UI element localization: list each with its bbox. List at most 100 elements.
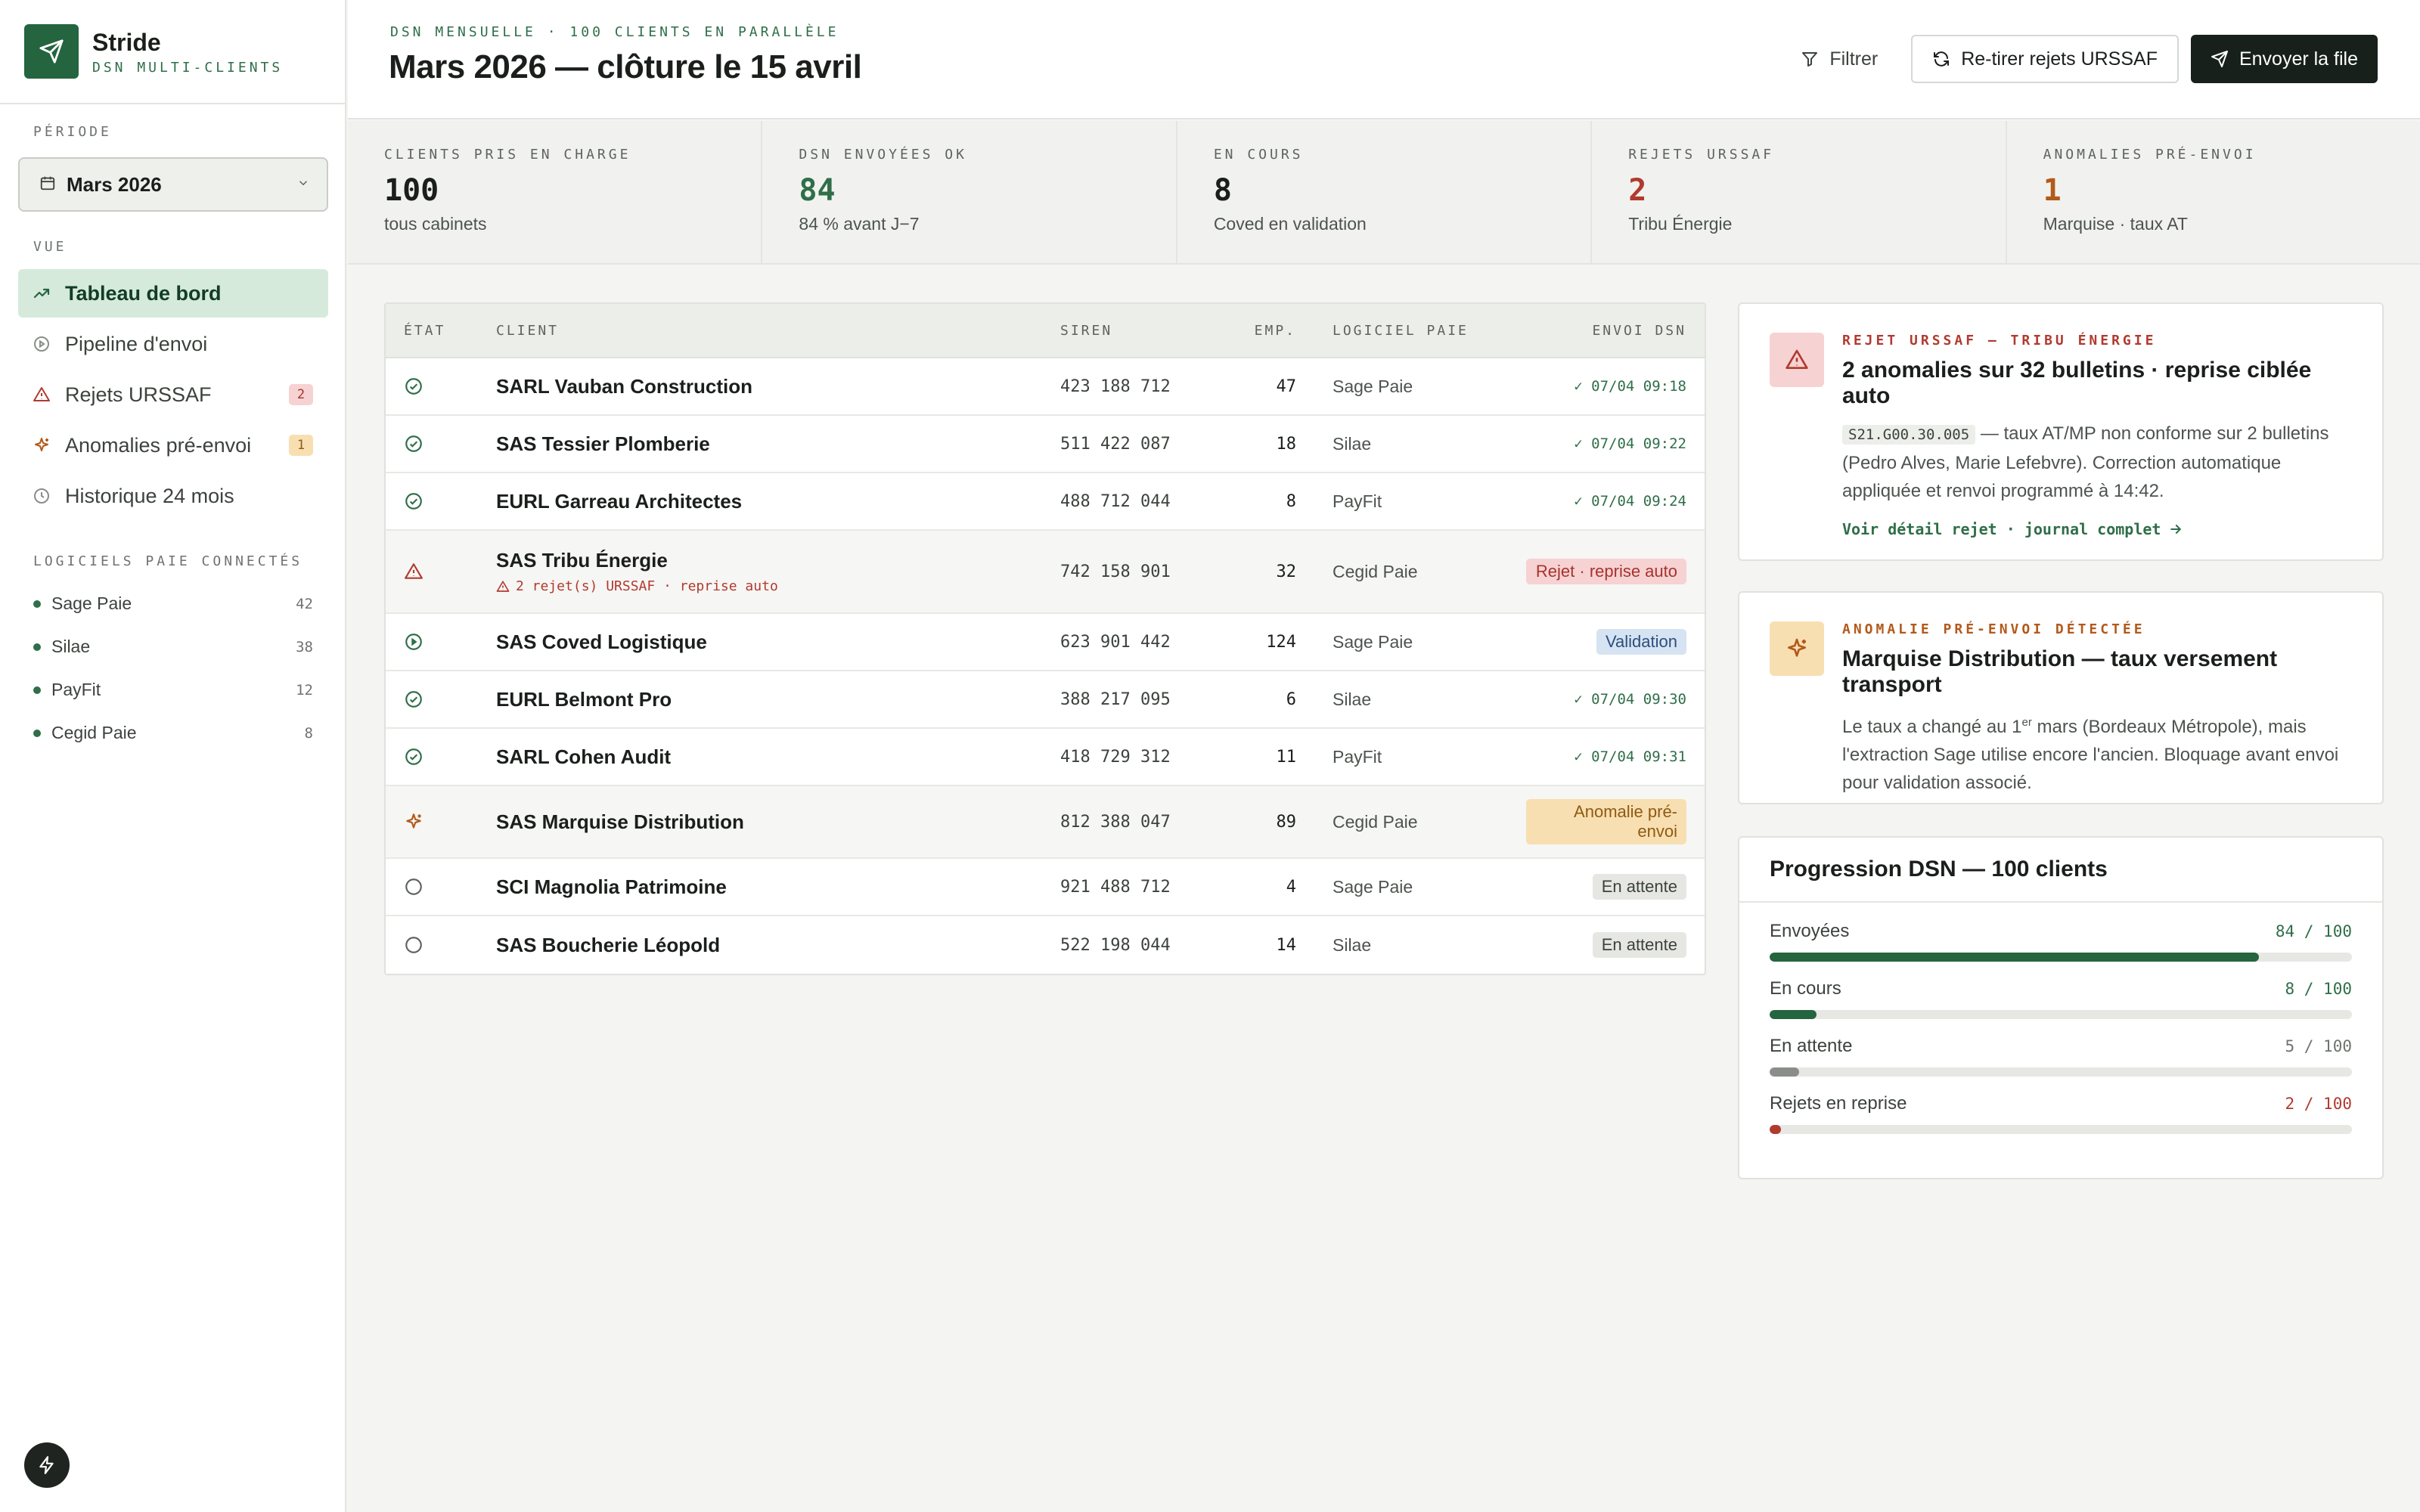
- client-name[interactable]: EURL Garreau Architectes: [496, 490, 1060, 513]
- row-dsn-status: En attente: [1506, 874, 1705, 900]
- play-circle-icon: [32, 334, 51, 354]
- software-item[interactable]: Sage Paie 42: [33, 582, 313, 625]
- check-circle-icon: [404, 689, 424, 709]
- row-siren: 388 217 095: [1060, 689, 1171, 709]
- client-name[interactable]: SAS Tessier Plomberie: [496, 432, 1060, 456]
- row-employees: 8: [1286, 491, 1296, 511]
- row-siren: 423 188 712: [1060, 376, 1171, 396]
- filter-button-label: Filtrer: [1829, 48, 1879, 70]
- chevron-down-icon: [296, 176, 310, 194]
- retry-rejects-button[interactable]: Re-tirer rejets URSSAF: [1911, 35, 2179, 83]
- sidebar: Stride DSN MULTI-CLIENTS PÉRIODE Mars 20…: [0, 0, 346, 1512]
- row-state: [386, 491, 496, 511]
- table-row[interactable]: SARL Vauban Construction 423 188 712 47 Sag…: [386, 358, 1705, 416]
- brand[interactable]: Stride DSN MULTI-CLIENTS: [0, 0, 345, 104]
- table-row[interactable]: EURL Garreau Architectes 488 712 044 8 PayF…: [386, 473, 1705, 531]
- progress-list: Envoyées 84 / 100 En cours 8 / 100 En attent…: [1739, 903, 2382, 1151]
- retry-rejects-label: Re-tirer rejets URSSAF: [1961, 48, 2158, 70]
- client-name[interactable]: SAS Marquise Distribution: [496, 810, 1060, 834]
- column-header-siren[interactable]: SIREN: [1060, 323, 1212, 339]
- software-section-title: LOGICIELS PAIE CONNECTÉS: [33, 553, 303, 569]
- table-row[interactable]: SAS Tessier Plomberie 511 422 087 18 Silae ✓…: [386, 416, 1705, 473]
- table-row[interactable]: SAS Tribu Énergie 2 rejet(s) URSSAF · rep…: [386, 531, 1705, 614]
- software-count: 8: [304, 724, 313, 742]
- row-employees: 6: [1286, 689, 1296, 709]
- progress-label: En attente: [1770, 1036, 1853, 1056]
- sidebar-item-urssaf-rejects[interactable]: Rejets URSSAF 2: [18, 370, 328, 419]
- reject-detail-link[interactable]: Voir détail rejet · journal complet: [1842, 520, 2352, 538]
- table-row[interactable]: SAS Marquise Distribution 812 388 047 89 Ce…: [386, 786, 1705, 859]
- software-item[interactable]: Silae 38: [33, 625, 313, 668]
- send-queue-button[interactable]: Envoyer la file: [2190, 35, 2378, 83]
- client-name[interactable]: SCI Magnolia Patrimoine: [496, 875, 1060, 899]
- sidebar-item-dashboard[interactable]: Tableau de bord: [18, 269, 328, 318]
- row-software: Silae: [1333, 433, 1372, 454]
- kpi-in-progress: EN COURS 8 Coved en validation: [1177, 121, 1593, 263]
- row-software: PayFit: [1333, 746, 1382, 767]
- column-header-dsn[interactable]: ENVOI DSN: [1506, 323, 1705, 339]
- table-row[interactable]: SAS Coved Logistique 623 901 442 124 Sage P…: [386, 614, 1705, 671]
- sidebar-item-anomalies[interactable]: Anomalies pré-envoi 1: [18, 421, 328, 469]
- progress-label: Envoyées: [1770, 921, 1850, 941]
- row-software: Sage Paie: [1333, 876, 1413, 897]
- anomaly-card: ANOMALIE PRÉ-ENVOI DÉTECTÉE Marquise Dis…: [1738, 591, 2384, 804]
- client-name[interactable]: EURL Belmont Pro: [496, 688, 1060, 711]
- row-siren: 921 488 712: [1060, 877, 1171, 897]
- kpi-label: DSN ENVOYÉES OK: [799, 147, 967, 163]
- progress-bar-fill: [1770, 1067, 1799, 1077]
- status-badge: Validation: [1596, 629, 1686, 655]
- progress-bar: [1770, 1125, 2352, 1134]
- row-client: SCI Magnolia Patrimoine: [496, 875, 1060, 899]
- row-siren: 742 158 901: [1060, 562, 1171, 581]
- kpi-clients: CLIENTS PRIS EN CHARGE 100 tous cabinets: [348, 121, 763, 263]
- software-item[interactable]: PayFit 12: [33, 668, 313, 711]
- row-siren: 623 901 442: [1060, 632, 1171, 652]
- period-select[interactable]: Mars 2026: [18, 157, 328, 212]
- row-client: SAS Marquise Distribution: [496, 810, 1060, 834]
- warning-triangle-icon: [32, 385, 51, 404]
- brand-name: Stride: [92, 28, 161, 56]
- row-siren: 418 729 312: [1060, 747, 1171, 767]
- sidebar-item-history[interactable]: Historique 24 mois: [18, 472, 328, 520]
- progress-row: En cours 8 / 100: [1770, 978, 2352, 1036]
- filter-button[interactable]: Filtrer: [1781, 35, 1897, 83]
- table-row[interactable]: EURL Belmont Pro 388 217 095 6 Silae ✓ 07/04…: [386, 671, 1705, 729]
- column-header-employees[interactable]: EMP.: [1212, 323, 1302, 339]
- row-state: [386, 376, 496, 396]
- row-software: Silae: [1333, 934, 1372, 955]
- row-client: SARL Vauban Construction: [496, 375, 1060, 398]
- client-name[interactable]: SAS Coved Logistique: [496, 631, 1060, 654]
- warning-triangle-icon: [496, 580, 510, 593]
- column-header-state[interactable]: ÉTAT: [386, 323, 496, 339]
- reject-card-eyebrow: REJET URSSAF — TRIBU ÉNERGIE: [1842, 333, 2157, 349]
- status-dot: [33, 643, 41, 651]
- column-header-client[interactable]: CLIENT: [496, 323, 1060, 339]
- kpi-dsn-sent: DSN ENVOYÉES OK 84 84 % avant J−7: [762, 121, 1177, 263]
- status-dot: [33, 729, 41, 737]
- table-row[interactable]: SARL Cohen Audit 418 729 312 11 PayFit ✓ 07/…: [386, 729, 1705, 786]
- reject-card-title: 2 anomalies sur 32 bulletins · reprise c…: [1842, 358, 2312, 408]
- kpi-label: ANOMALIES PRÉ-ENVOI: [2043, 147, 2257, 163]
- progress-card: Progression DSN — 100 clients Envoyées 84…: [1738, 836, 2384, 1179]
- client-name[interactable]: SAS Tribu Énergie: [496, 549, 1060, 572]
- column-header-software[interactable]: LOGICIEL PAIE: [1302, 323, 1506, 339]
- progress-bar-fill: [1770, 953, 2259, 962]
- client-name[interactable]: SARL Vauban Construction: [496, 375, 1060, 398]
- software-count: 38: [296, 638, 313, 655]
- bolt-icon[interactable]: [24, 1442, 70, 1488]
- software-name: Sage Paie: [51, 593, 132, 613]
- client-name[interactable]: SAS Boucherie Léopold: [496, 934, 1060, 957]
- sidebar-item-label: Pipeline d'envoi: [65, 332, 208, 355]
- progress-row: En attente 5 / 100: [1770, 1036, 2352, 1093]
- row-siren: 511 422 087: [1060, 434, 1171, 454]
- client-name[interactable]: SARL Cohen Audit: [496, 745, 1060, 769]
- table-row[interactable]: SCI Magnolia Patrimoine 921 488 712 4 Sage …: [386, 859, 1705, 916]
- software-item[interactable]: Cegid Paie 8: [33, 711, 313, 754]
- row-dsn-status: ✓ 07/04 09:30: [1506, 691, 1705, 708]
- table-row[interactable]: SAS Boucherie Léopold 522 198 044 14 Silae E…: [386, 916, 1705, 974]
- row-employees: 18: [1276, 434, 1297, 454]
- row-client: EURL Garreau Architectes: [496, 490, 1060, 513]
- sidebar-nav: Tableau de bord Pipeline d'envoi Rejets …: [18, 269, 328, 522]
- sidebar-item-pipeline[interactable]: Pipeline d'envoi: [18, 320, 328, 368]
- row-employees: 89: [1276, 812, 1297, 832]
